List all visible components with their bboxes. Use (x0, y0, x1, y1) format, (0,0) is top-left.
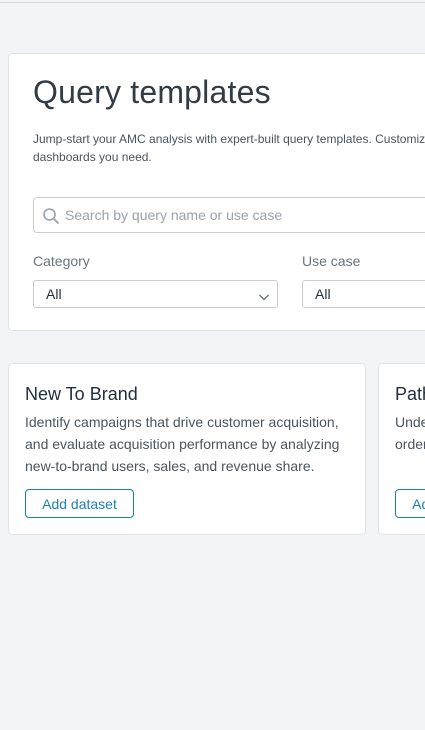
card-description: Identify campaigns that drive customer a… (25, 414, 340, 474)
query-templates-header: Query templates Jump-start your AMC anal… (8, 53, 425, 331)
top-divider (0, 2, 425, 3)
card-title: Path to Conversion (395, 384, 425, 404)
use-case-label: Use case (302, 253, 361, 269)
search-icon (42, 207, 60, 225)
add-dataset-button[interactable]: Add dataset (395, 489, 425, 518)
use-case-select[interactable]: All (302, 280, 425, 308)
search-box[interactable] (33, 197, 425, 233)
category-label: Category (33, 253, 90, 269)
use-case-select-value: All (315, 286, 331, 302)
template-card-path-to-conversion: Path to Conversion Understand the paths … (378, 363, 425, 535)
add-dataset-button[interactable]: Add dataset (25, 489, 134, 518)
category-select[interactable]: All (33, 280, 278, 308)
search-input[interactable] (65, 198, 425, 232)
category-select-value: All (46, 286, 62, 302)
card-title: New To Brand (25, 384, 138, 404)
template-card-new-to-brand: New To Brand Identify campaigns that dri… (8, 363, 366, 535)
page-description: Jump-start your AMC analysis with expert… (33, 132, 425, 164)
chevron-down-icon (258, 289, 270, 301)
page-title: Query templates (33, 74, 271, 110)
card-description: Understand the paths to conversion and i… (395, 414, 425, 452)
page: Query templates Jump-start your AMC anal… (0, 0, 425, 730)
